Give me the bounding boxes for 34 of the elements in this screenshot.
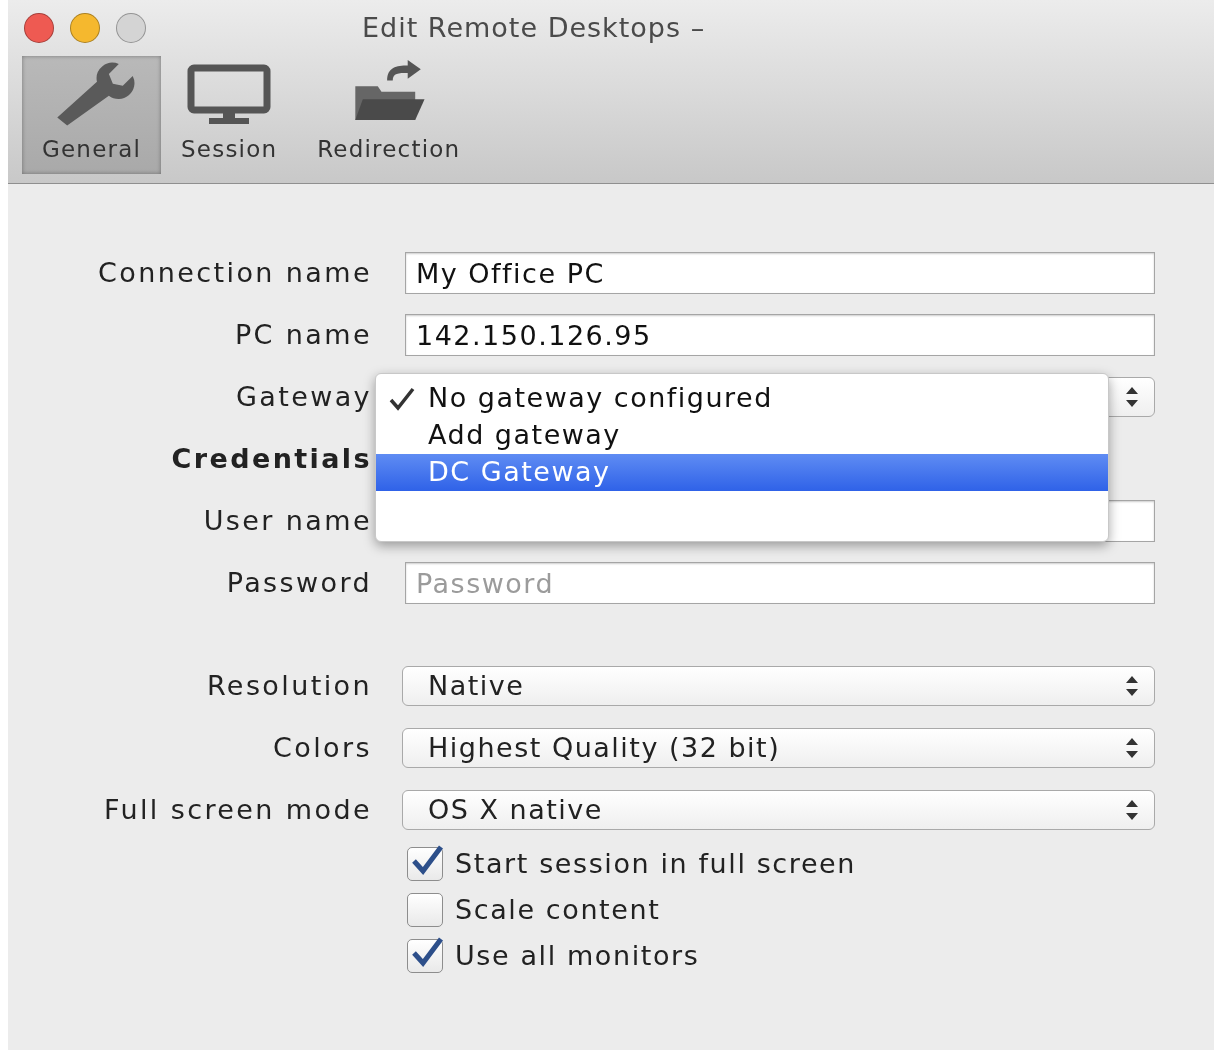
checkbox-label: Use all monitors [455, 938, 700, 973]
field-label: User name [202, 503, 372, 538]
checkbox[interactable] [407, 893, 443, 927]
input-field[interactable]: Password [405, 562, 1155, 604]
field-label: Colors [272, 730, 372, 765]
toolbar-tab[interactable]: Session [161, 56, 298, 174]
field-label: Full screen mode [102, 792, 372, 827]
window-button[interactable] [70, 13, 100, 43]
checkmark-icon [388, 385, 416, 412]
checkmark-icon [410, 845, 444, 877]
menu-item[interactable]: No gateway configured [376, 380, 1108, 417]
toolbar-tab[interactable]: Redirection [297, 56, 481, 174]
checkbox[interactable] [407, 847, 443, 881]
checkbox-label: Start session in full screen [455, 846, 857, 881]
dropdown[interactable]: Native [402, 666, 1155, 706]
checkmark-icon [410, 937, 444, 969]
monitor-icon [187, 63, 272, 126]
section-heading: Credentials [170, 441, 372, 476]
menu-item[interactable]: Add gateway [376, 417, 1108, 454]
field-label: Gateway [234, 379, 372, 414]
checkbox-label: Scale content [455, 892, 661, 927]
dropdown[interactable]: Highest Quality (32 bit) [402, 728, 1155, 768]
window-title: Edit Remote Desktops – [362, 10, 706, 45]
field-label: Password [225, 565, 372, 600]
dropdown[interactable]: OS X native [402, 790, 1155, 830]
toolbar-tab[interactable]: General [22, 56, 162, 174]
field-label: Resolution [205, 668, 372, 703]
window-button[interactable] [24, 13, 54, 43]
input-field[interactable]: 142.150.126.95 [405, 314, 1155, 356]
menu-item[interactable]: DC Gateway [376, 454, 1108, 491]
field-label: PC name [233, 317, 372, 352]
field-label: Connection name [97, 255, 372, 290]
checkbox[interactable] [407, 939, 443, 973]
input-field[interactable]: My Office PC [405, 252, 1155, 294]
